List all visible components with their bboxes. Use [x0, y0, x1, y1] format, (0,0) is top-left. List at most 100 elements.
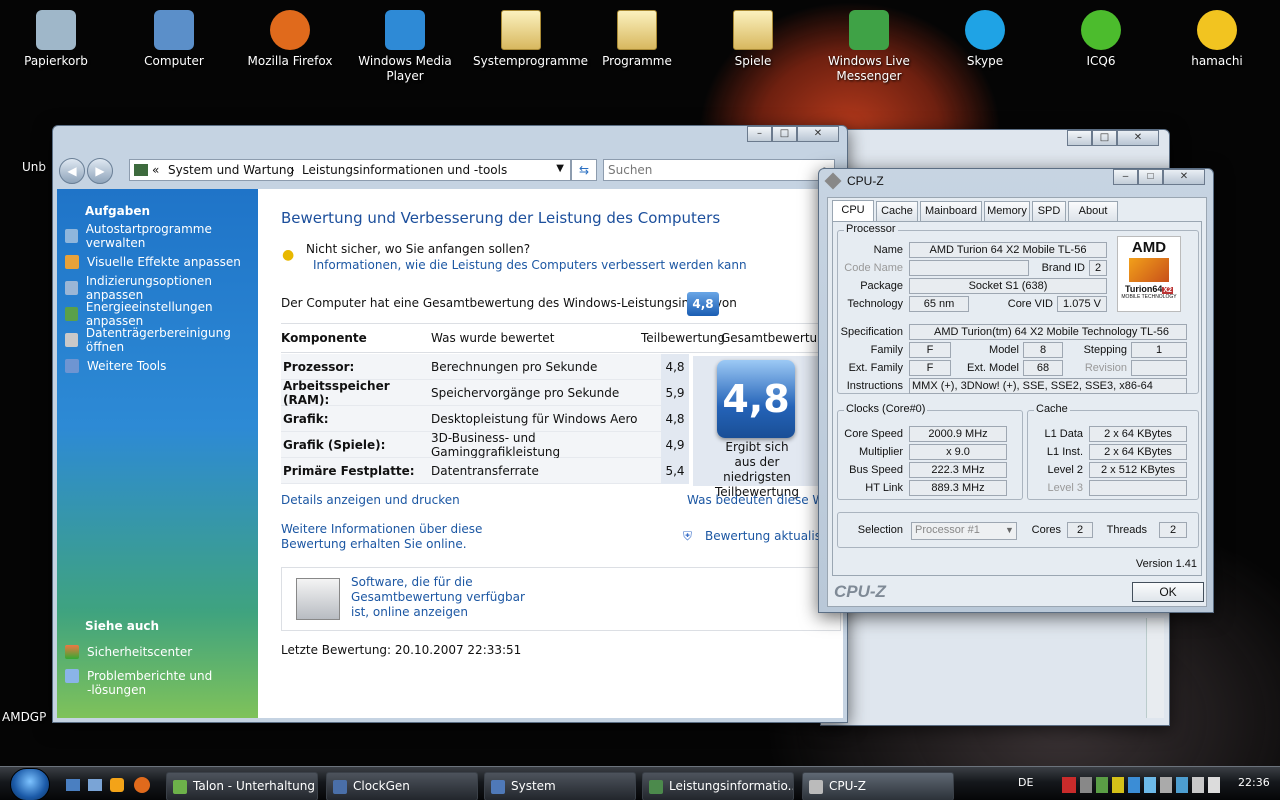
sidebar-task-link[interactable]: Datenträgerbereinigung öffnen	[65, 326, 258, 354]
extfamily-value: F	[909, 360, 951, 376]
clock[interactable]: 22:36	[1238, 776, 1270, 789]
tab-cache[interactable]: Cache	[876, 201, 918, 221]
desktop-icon[interactable]: Skype	[937, 6, 1033, 69]
tray-icon[interactable]	[1128, 777, 1140, 793]
ati-tray-icon[interactable]	[1062, 777, 1076, 793]
minimize-button[interactable]: –	[1113, 169, 1138, 185]
taskbar-button-label: System	[511, 779, 556, 793]
chevron-down-icon[interactable]: ▼	[556, 163, 564, 174]
firefox-icon[interactable]	[134, 777, 150, 793]
tray-icon[interactable]	[1160, 777, 1172, 793]
desktop-icon[interactable]: Computer	[126, 6, 222, 69]
breadcrumb-separator[interactable]: ›	[290, 163, 295, 177]
desktop-icon[interactable]: Systemprogramme	[473, 6, 588, 69]
performance-window[interactable]: – □ ✕ ◀ ▶ « System und Wartung › Leistungs…	[52, 125, 848, 723]
bg-window-controls[interactable]: – □ ✕	[1067, 130, 1159, 146]
address-bar[interactable]: « System und Wartung › Leistungsinformat…	[129, 159, 571, 181]
desktop-icon[interactable]: Windows Media Player	[357, 6, 453, 84]
maximize-button[interactable]: □	[1092, 130, 1117, 146]
details-link[interactable]: Details anzeigen und drucken	[281, 493, 460, 507]
desktop-icon-label: Programme	[602, 54, 672, 68]
search-input[interactable]: Suchen	[603, 159, 835, 181]
tray-icon[interactable]	[1144, 777, 1156, 793]
switch-windows-icon[interactable]	[88, 779, 102, 791]
address-overflow-chevron[interactable]: «	[152, 163, 159, 177]
ok-button[interactable]: OK	[1132, 582, 1204, 602]
taskbar-button[interactable]: ClockGen	[326, 772, 478, 800]
desktop-icon[interactable]: hamachi	[1169, 6, 1265, 69]
desktop-icon[interactable]: ICQ6	[1053, 6, 1149, 69]
minimize-button[interactable]: –	[1067, 130, 1092, 146]
logo-brand: AMD	[1131, 239, 1167, 256]
shield-icon	[65, 255, 79, 269]
taskbar-button[interactable]: System	[484, 772, 636, 800]
desktop-icon[interactable]: Programme	[589, 6, 685, 69]
refresh-button[interactable]: ⇆	[571, 159, 597, 181]
more-info-link[interactable]: Weitere Informationen über diese Bewertu…	[281, 522, 531, 552]
taskbar-button[interactable]: Talon - Unterhaltung	[166, 772, 318, 800]
desktop-icon[interactable]: Mozilla Firefox	[242, 6, 338, 69]
show-desktop-icon[interactable]	[66, 779, 80, 791]
close-button[interactable]: ✕	[1163, 169, 1205, 185]
breadcrumb-performance[interactable]: Leistungsinformationen und -tools	[302, 163, 507, 177]
chevron-down-icon[interactable]: ▼	[1005, 525, 1014, 535]
tab-cpu[interactable]: CPU	[832, 200, 874, 222]
media-player-icon[interactable]	[110, 778, 124, 792]
scrollbar[interactable]	[1146, 618, 1164, 718]
window-controls[interactable]: – □ ✕	[747, 126, 839, 142]
tray-icon[interactable]	[1096, 777, 1108, 793]
tray-icon[interactable]	[1112, 777, 1124, 793]
desktop-icon[interactable]: Papierkorb	[8, 6, 104, 69]
update-rating-link[interactable]: Bewertung aktualisier	[705, 529, 837, 543]
system-tray[interactable]	[1062, 777, 1234, 793]
sidebar-link-security-center[interactable]: Sicherheitscenter	[65, 639, 217, 665]
tab-mainboard[interactable]: Mainboard	[920, 201, 982, 221]
family-label: Family	[870, 344, 903, 356]
maximize-button[interactable]: □	[772, 126, 797, 142]
logo-small: MOBILE TECHNOLOGY	[1121, 294, 1177, 300]
tab-about[interactable]: About	[1068, 201, 1118, 221]
score-row: Arbeitsspeicher (RAM): Speichervorgänge p…	[281, 379, 689, 407]
sidebar-task-link[interactable]: Weitere Tools	[65, 353, 258, 379]
desktop-icon[interactable]: Windows Live Messenger	[821, 6, 917, 84]
tray-icon[interactable]	[1080, 777, 1092, 793]
desktop-icon-label: Papierkorb	[24, 54, 88, 68]
cpuz-window-controls[interactable]: – □ ✕	[1113, 169, 1205, 185]
codename-value	[909, 260, 1029, 276]
tab-memory[interactable]: Memory	[984, 201, 1030, 221]
taskbar-button[interactable]: Leistungsinformatio...	[642, 772, 794, 800]
last-evaluation: Letzte Bewertung: 20.10.2007 22:33:51	[281, 643, 522, 657]
start-button[interactable]	[10, 768, 50, 800]
folder-icon	[501, 10, 541, 50]
l1-inst-value: 2 x 64 KBytes	[1089, 444, 1187, 460]
revision-label: Revision	[1084, 362, 1127, 374]
software-link[interactable]: Software, die für die Gesamtbewertung ve…	[351, 575, 531, 620]
network-icon[interactable]	[1192, 777, 1204, 793]
tab-spd[interactable]: SPD	[1032, 201, 1066, 221]
back-button[interactable]: ◀	[59, 158, 85, 184]
maximize-button[interactable]: □	[1138, 169, 1163, 185]
desktop-icon-label: ICQ6	[1086, 54, 1116, 68]
sidebar-task-link[interactable]: Indizierungsoptionen anpassen	[65, 274, 258, 302]
cpuz-window[interactable]: CPU-Z – □ ✕ CPU Cache Mainboard Memory SPD…	[818, 168, 1214, 613]
instructions-label: Instructions	[846, 380, 903, 392]
tray-icon[interactable]	[1176, 777, 1188, 793]
close-button[interactable]: ✕	[797, 126, 839, 142]
component-subscore: 4,9	[661, 431, 689, 458]
minimize-button[interactable]: –	[747, 126, 772, 142]
breadcrumb-system[interactable]: System und Wartung	[168, 163, 294, 177]
hint-link[interactable]: Informationen, wie die Leistung des Comp…	[313, 258, 747, 272]
taskbar-button[interactable]: CPU-Z	[802, 772, 954, 800]
sidebar-task-link[interactable]: Visuelle Effekte anpassen	[65, 249, 258, 275]
volume-icon[interactable]	[1208, 777, 1220, 793]
language-indicator[interactable]: DE	[1018, 776, 1033, 789]
close-button[interactable]: ✕	[1117, 130, 1159, 146]
processor-select[interactable]: Processor #1	[911, 522, 1017, 540]
sidebar-link-problem-reports[interactable]: Problemberichte und -lösungen	[65, 665, 217, 705]
desktop-icon[interactable]: Spiele	[705, 6, 801, 69]
sidebar-task-link[interactable]: Autostartprogramme verwalten	[65, 222, 258, 250]
sidebar-task-link[interactable]: Energieeinstellungen anpassen	[65, 300, 258, 328]
sidebar-task-label: Indizierungsoptionen anpassen	[85, 274, 212, 302]
forward-button[interactable]: ▶	[87, 158, 113, 184]
control-panel-icon	[134, 164, 148, 176]
